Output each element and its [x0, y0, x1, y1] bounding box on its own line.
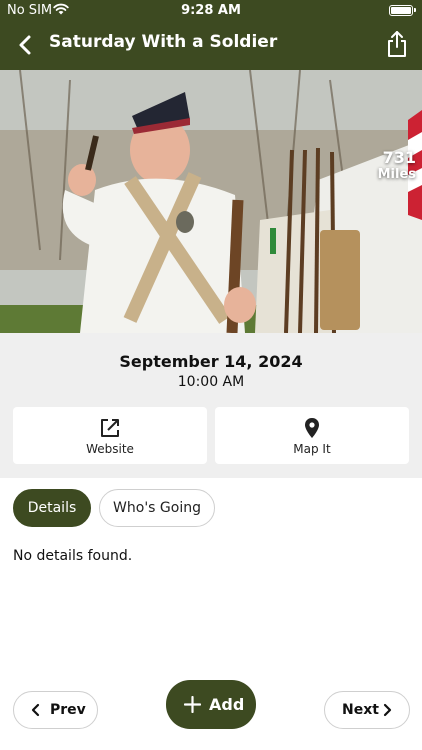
- add-button[interactable]: Add: [166, 680, 256, 729]
- share-icon[interactable]: [386, 30, 408, 58]
- event-time: 10:00 AM: [177, 374, 245, 390]
- plus-icon: [184, 696, 201, 713]
- prev-label: Prev: [50, 702, 86, 718]
- segment-tabs: Details Who's Going: [0, 489, 422, 527]
- map-it-label: Map It: [293, 442, 331, 456]
- tab-whos-going[interactable]: Who's Going: [99, 489, 215, 527]
- event-date: September 14, 2024: [119, 352, 303, 371]
- page-title: Saturday With a Soldier: [49, 32, 278, 52]
- event-hero-image: 731 Miles: [0, 70, 422, 333]
- external-link-icon: [101, 419, 119, 437]
- chevron-right-icon: [383, 703, 392, 717]
- prev-button[interactable]: Prev: [13, 691, 98, 729]
- website-label: Website: [86, 442, 134, 456]
- distance-badge: 731 Miles: [378, 148, 416, 182]
- clock: 9:28 AM: [181, 3, 241, 18]
- map-pin-icon: [305, 418, 319, 438]
- nav-bar: Saturday With a Soldier: [0, 22, 422, 70]
- distance-unit: Miles: [377, 167, 416, 182]
- hero-illustration: [0, 70, 422, 333]
- event-info-panel: September 14, 2024 10:00 AM Website Map …: [0, 333, 422, 478]
- empty-state-text: No details found.: [13, 548, 133, 564]
- back-chevron-icon[interactable]: [14, 32, 38, 58]
- tab-details[interactable]: Details: [13, 489, 91, 527]
- next-button[interactable]: Next: [324, 691, 410, 729]
- battery-icon: [389, 5, 416, 16]
- add-label: Add: [209, 695, 245, 714]
- chevron-left-icon: [31, 703, 40, 717]
- map-it-button[interactable]: Map It: [215, 407, 409, 464]
- status-bar: No SIM 9:28 AM: [0, 0, 422, 22]
- next-label: Next: [342, 702, 379, 718]
- website-button[interactable]: Website: [13, 407, 207, 464]
- distance-value: 731: [382, 148, 416, 167]
